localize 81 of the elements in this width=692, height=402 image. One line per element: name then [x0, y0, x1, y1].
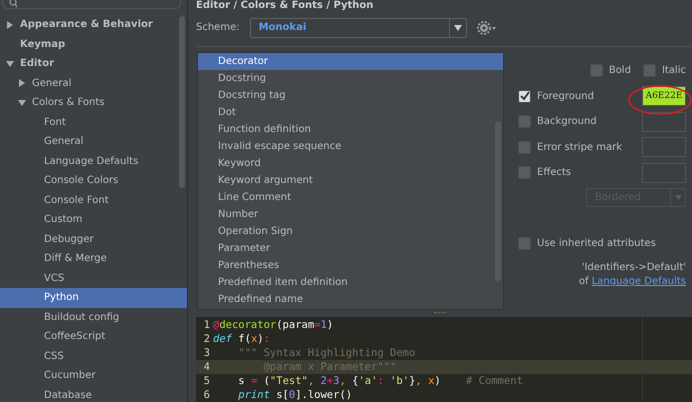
language-defaults-link[interactable]: Language Defaults	[592, 276, 686, 287]
tree-item[interactable]: Python	[0, 288, 187, 308]
attribute-label: Background	[537, 116, 597, 128]
tree-item[interactable]: Buildout config	[0, 308, 187, 327]
inherit-label: Use inherited attributes	[537, 238, 656, 250]
tree-item[interactable]: General	[0, 74, 187, 93]
tree-item[interactable]: General	[0, 132, 187, 152]
tree-item[interactable]: Editor	[0, 54, 187, 74]
tree-item[interactable]: Cucumber	[0, 366, 187, 386]
color-swatch[interactable]	[642, 162, 686, 183]
tree-item[interactable]: Database	[0, 386, 187, 402]
tree-item[interactable]: Debugger	[0, 230, 187, 249]
list-item[interactable]: Function definition	[198, 120, 503, 138]
code-line: @decorator(param=1)	[213, 318, 334, 332]
tree-item[interactable]: Colors & Fonts	[0, 93, 187, 112]
code-line: s = ("Test", 2+3, {'a': 'b'}, x) # Comment	[237, 374, 523, 388]
line-number: 5	[202, 374, 211, 388]
annotation-ellipse	[628, 84, 692, 115]
color-swatch[interactable]	[642, 137, 686, 158]
checkbox[interactable]	[518, 90, 531, 103]
tree-item[interactable]: Diff & Merge	[0, 249, 187, 268]
scrollbar-thumb[interactable]	[179, 16, 185, 188]
tree-item[interactable]: Custom	[0, 210, 187, 230]
line-number: 3	[202, 346, 211, 360]
checkbox[interactable]	[518, 140, 531, 154]
list-item[interactable]: Keyword argument	[198, 172, 503, 189]
scheme-dropdown[interactable]: Monokai	[250, 18, 467, 38]
list-item[interactable]: Number	[198, 206, 503, 223]
list-item[interactable]: Docstring	[198, 70, 503, 87]
tree-item[interactable]: Console Font	[0, 190, 187, 210]
tree-item[interactable]: Console Colors	[0, 171, 187, 190]
line-number: 6	[202, 388, 211, 402]
of-label: of	[578, 276, 589, 287]
scheme-label: Scheme:	[196, 22, 240, 34]
attribute-label: Effects	[537, 167, 571, 178]
list-item[interactable]: Keyword	[198, 154, 503, 172]
list-item[interactable]: Parameter	[198, 240, 503, 257]
breadcrumb: Editor / Colors & Fonts / Python	[195, 0, 374, 12]
inherit-source: 'Identifiers->Default'	[580, 260, 686, 275]
checkbox[interactable]	[590, 64, 603, 78]
list-item[interactable]: Predefined item definition	[198, 274, 503, 291]
list-item[interactable]: Parentheses	[198, 256, 503, 274]
color-swatch[interactable]: A6E22E	[642, 86, 686, 106]
collapsed-arrow-icon[interactable]	[18, 79, 26, 88]
search-icon	[9, 0, 18, 8]
tree-item[interactable]: Appearance & Behavior	[0, 15, 187, 34]
expanded-arrow-icon[interactable]	[6, 60, 14, 68]
code-line: print s[0].lower()	[237, 388, 352, 402]
tree-item[interactable]: CSS	[0, 346, 187, 366]
attribute-label: Foreground	[537, 90, 594, 102]
code-line: """ Syntax Highlighting Demo	[237, 346, 416, 360]
tree-item[interactable]: Font	[0, 112, 187, 132]
tree-item[interactable]: Keymap	[0, 34, 187, 54]
attribute-label: Error stripe mark	[537, 142, 622, 153]
tree-item[interactable]: CoffeeScript	[0, 327, 187, 346]
tree-item[interactable]: Language Defaults	[0, 152, 187, 171]
caret-icon	[674, 194, 682, 200]
list-item[interactable]: Line Comment	[198, 188, 503, 206]
caret-icon	[454, 24, 462, 31]
list-item[interactable]: Dot	[198, 104, 503, 121]
tree-item[interactable]: VCS	[0, 268, 187, 288]
search-field[interactable]	[2, 0, 181, 9]
line-number: 1	[202, 318, 211, 332]
line-number: 4	[202, 360, 211, 374]
expanded-arrow-icon[interactable]	[18, 98, 26, 107]
code-line: def f(x):	[213, 332, 270, 346]
line-number: 2	[202, 332, 211, 346]
list-item[interactable]: Docstring tag	[198, 86, 503, 104]
checkbox[interactable]	[518, 115, 531, 128]
checkbox[interactable]	[518, 166, 531, 180]
italic-label: Italic	[662, 65, 686, 76]
color-swatch[interactable]	[642, 112, 686, 132]
checkbox[interactable]	[642, 64, 656, 78]
list-item[interactable]: Predefined name	[198, 290, 503, 308]
gear-icon[interactable]	[476, 20, 497, 35]
collapsed-arrow-icon[interactable]	[6, 20, 14, 29]
checkbox[interactable]	[518, 237, 531, 250]
list-item[interactable]: Invalid escape sequence	[198, 138, 503, 155]
list-item[interactable]: Decorator	[198, 52, 503, 70]
list-item[interactable]: Operation Sign	[198, 222, 503, 240]
bold-label: Bold	[608, 65, 631, 76]
